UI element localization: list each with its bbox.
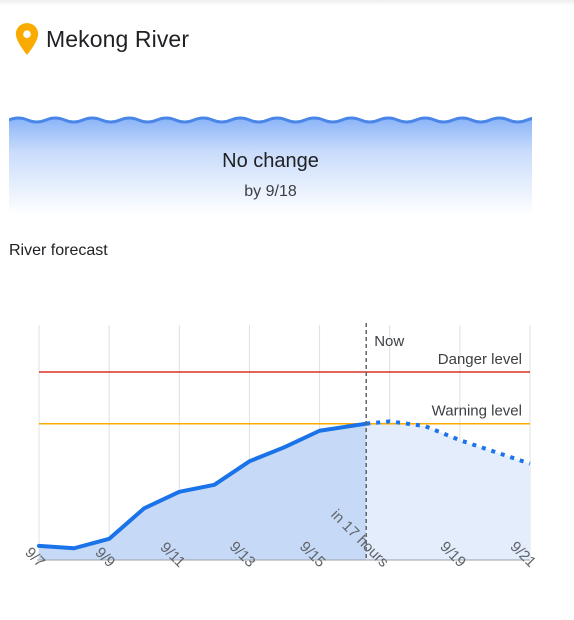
location-header: Mekong River: [14, 22, 189, 56]
location-pin-icon: [15, 23, 39, 55]
forecast-chart-svg: Danger levelWarning levelNow9/7 9/9 9/11 9/…: [21, 323, 539, 571]
top-divider: [0, 0, 574, 6]
threshold-label: Danger level: [438, 351, 522, 368]
water-level-card: No change by 9/18: [9, 110, 532, 215]
observed-area: [39, 423, 367, 560]
status-subtitle: by 9/18: [244, 183, 297, 200]
status-title: No change: [222, 150, 319, 172]
now-label: Now: [374, 333, 404, 350]
section-title: River forecast: [9, 242, 108, 259]
threshold-label: Warning level: [432, 403, 522, 420]
river-forecast-panel: Mekong River No change by 9/18 River for…: [0, 0, 574, 620]
river-name: Mekong River: [46, 25, 190, 52]
forecast-chart: Danger level Warning level Now 9/7 9/9 9/11 9/…: [0, 300, 574, 620]
